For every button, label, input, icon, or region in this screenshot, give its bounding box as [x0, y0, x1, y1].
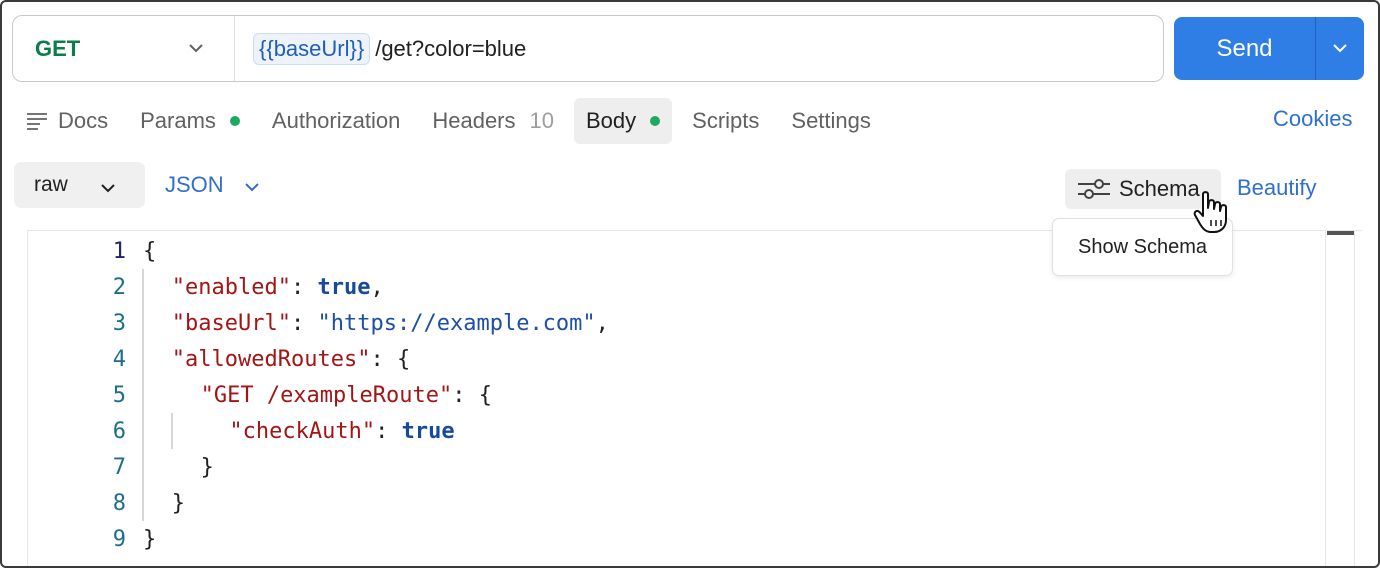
code-line: 5 "GET /exampleRoute": { [28, 377, 1318, 413]
tab-label: Body [585, 108, 637, 133]
json-key: "baseUrl" [171, 310, 292, 336]
line-number: 9 [112, 526, 126, 552]
json-punctuation: : [291, 310, 318, 336]
chevron-down-icon [244, 172, 260, 198]
url-input[interactable]: {{baseUrl}} /get?color=blue [235, 32, 527, 65]
code-line: 4 "allowedRoutes": { [28, 341, 1318, 377]
json-punctuation: : [291, 274, 318, 300]
json-punctuation: , [595, 310, 609, 336]
params-indicator-dot [229, 116, 240, 126]
request-tabs: Docs Params Authorization Headers 10 Bod… [14, 98, 891, 144]
method-label: GET [35, 35, 81, 61]
line-number: 3 [112, 310, 126, 336]
docs-lines-icon [26, 111, 48, 131]
send-button[interactable]: Send [1174, 17, 1315, 80]
json-punctuation: { [143, 238, 157, 264]
json-punctuation: } [143, 526, 157, 552]
body-indicator-dot [650, 116, 661, 126]
json-punctuation: , [370, 274, 384, 300]
json-boolean: true [317, 274, 371, 300]
line-number: 8 [112, 490, 126, 516]
code-text: } [172, 491, 185, 516]
body-mode-select[interactable]: raw [14, 162, 145, 208]
language-label: JSON [165, 172, 224, 197]
code-editor[interactable]: 1 {2 "enabled": true, 3 "baseUrl": "https://… [27, 230, 1362, 566]
tab-label: Params [140, 108, 216, 133]
indent-guide [142, 269, 144, 521]
send-button-group: Send [1174, 17, 1364, 80]
code-line: 9} [28, 521, 1318, 557]
schema-label: Schema [1119, 176, 1200, 201]
tab-label: Docs [58, 108, 109, 133]
line-number: 7 [112, 454, 126, 480]
tab-scripts[interactable]: Scripts [680, 98, 771, 144]
chevron-down-icon [1332, 40, 1348, 58]
json-boolean: true [401, 418, 455, 444]
code-text: "baseUrl": "https://example.com", [172, 311, 609, 336]
json-key: "enabled" [171, 274, 292, 300]
code-line: 6 "checkAuth": true [28, 413, 1318, 449]
headers-count: 10 [529, 108, 554, 133]
request-editor-window: GET {{baseUrl}} /get?color=blue Send Doc… [0, 0, 1380, 568]
code-line: 3 "baseUrl": "https://example.com", [28, 305, 1318, 341]
chevron-down-icon [100, 175, 116, 199]
sliders-icon [1077, 177, 1111, 201]
cookies-link[interactable]: Cookies [1273, 106, 1352, 132]
tab-label: Scripts [692, 108, 760, 133]
tab-authorization[interactable]: Authorization [260, 98, 412, 144]
code-text: "checkAuth": true [229, 419, 454, 444]
body-mode-label: raw [34, 173, 68, 196]
line-number: 1 [112, 238, 126, 264]
json-key: "checkAuth" [229, 418, 376, 444]
json-string: "https://example.com" [317, 310, 596, 336]
url-variable-token[interactable]: {{baseUrl}} [253, 32, 371, 65]
language-select[interactable]: JSON [165, 172, 260, 198]
code-line: 8} [28, 485, 1318, 521]
url-bar: GET {{baseUrl}} /get?color=blue [12, 15, 1164, 82]
code-text: "enabled": true, [172, 275, 384, 300]
line-number: 5 [112, 382, 126, 408]
json-key: "GET /exampleRoute" [200, 382, 453, 408]
tab-settings[interactable]: Settings [779, 98, 883, 144]
method-select[interactable]: GET [13, 16, 235, 81]
code-line: 7} [28, 449, 1318, 485]
code-text: { [143, 239, 156, 264]
tab-body[interactable]: Body [573, 98, 673, 144]
code-text: "GET /exampleRoute": { [201, 383, 492, 408]
tab-docs[interactable]: Docs [14, 98, 120, 144]
chevron-down-icon [188, 40, 204, 58]
json-punctuation: : { [370, 346, 411, 372]
indent-guide [171, 413, 173, 449]
editor-scrollbar[interactable] [1325, 230, 1355, 566]
line-number: 6 [112, 418, 126, 444]
code-text: "allowedRoutes": { [172, 347, 410, 372]
hand-pointer-cursor-icon [1192, 190, 1232, 239]
tab-label: Settings [791, 108, 871, 133]
tab-headers[interactable]: Headers 10 [420, 98, 566, 144]
tab-label: Headers [432, 108, 516, 133]
json-punctuation: : { [452, 382, 493, 408]
code-text: } [201, 455, 214, 480]
json-key: "allowedRoutes" [171, 346, 371, 372]
tab-params[interactable]: Params [128, 98, 252, 144]
tab-label: Authorization [271, 108, 401, 133]
url-path: /get?color=blue [375, 35, 527, 61]
line-number: 4 [112, 346, 126, 372]
send-options-button[interactable] [1316, 17, 1364, 80]
json-punctuation: } [200, 454, 214, 480]
json-punctuation: } [171, 490, 186, 516]
beautify-button[interactable]: Beautify [1237, 175, 1317, 201]
scrollbar-thumb[interactable] [1327, 231, 1354, 235]
json-punctuation: : [375, 418, 402, 444]
code-text: } [143, 527, 156, 552]
line-number: 2 [112, 274, 126, 300]
